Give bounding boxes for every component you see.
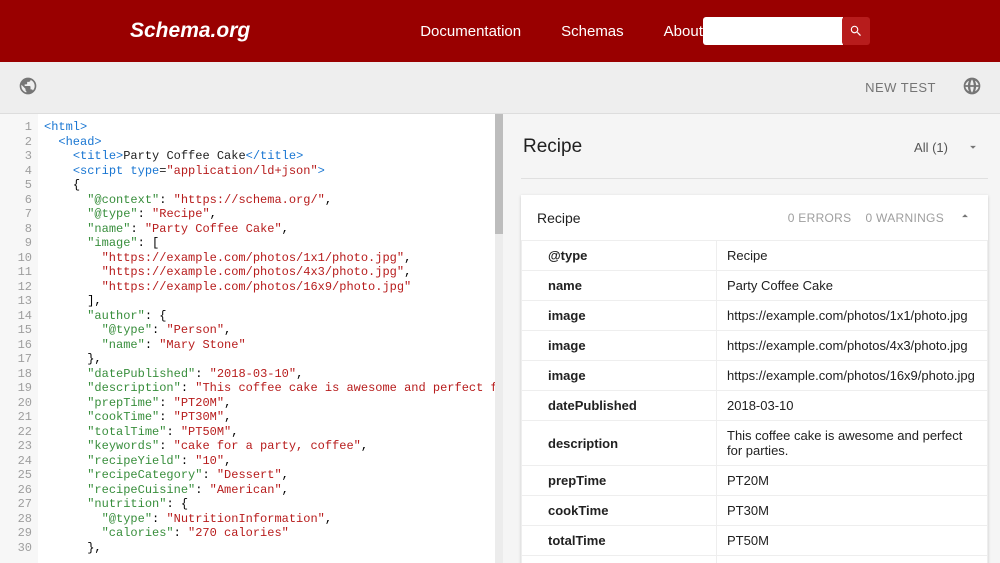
property-value: PT30M xyxy=(717,496,988,526)
property-value: https://example.com/photos/1x1/photo.jpg xyxy=(717,301,988,331)
errors-count: 0 ERRORS xyxy=(788,211,852,225)
card-stats: 0 ERRORS 0 WARNINGS xyxy=(788,209,972,226)
table-row[interactable]: nameParty Coffee Cake xyxy=(522,271,988,301)
result-card: Recipe 0 ERRORS 0 WARNINGS @typeRecipena… xyxy=(521,195,988,563)
table-row[interactable]: descriptionThis coffee cake is awesome a… xyxy=(522,421,988,466)
property-value: This coffee cake is awesome and perfect … xyxy=(717,421,988,466)
property-key: name xyxy=(522,271,717,301)
property-key: image xyxy=(522,361,717,391)
table-row[interactable]: imagehttps://example.com/photos/4x3/phot… xyxy=(522,331,988,361)
property-value: https://example.com/photos/16x9/photo.jp… xyxy=(717,361,988,391)
brand-logo[interactable]: Schema.org xyxy=(130,19,250,43)
filter-dropdown[interactable]: All (1) xyxy=(914,140,980,155)
nav-documentation[interactable]: Documentation xyxy=(420,23,521,40)
property-value: https://example.com/photos/4x3/photo.jpg xyxy=(717,331,988,361)
property-key: keywords xyxy=(522,556,717,563)
new-test-button[interactable]: NEW TEST xyxy=(865,80,936,95)
property-value: 2018-03-10 xyxy=(717,391,988,421)
table-row[interactable]: totalTimePT50M xyxy=(522,526,988,556)
nav-schemas[interactable]: Schemas xyxy=(561,23,624,40)
property-value: Recipe xyxy=(717,241,988,271)
globe-icon[interactable] xyxy=(18,76,38,99)
property-key: totalTime xyxy=(522,526,717,556)
property-key: cookTime xyxy=(522,496,717,526)
main-split: 1234567891011121314151617181920212223242… xyxy=(0,114,1000,563)
property-value: PT50M xyxy=(717,526,988,556)
property-key: image xyxy=(522,331,717,361)
code-editor[interactable]: <html> <head> <title>Party Coffee Cake</… xyxy=(38,114,503,563)
search xyxy=(703,17,870,45)
results-pane: Recipe All (1) Recipe 0 ERRORS 0 WARNING… xyxy=(503,114,1000,563)
table-row[interactable]: keywordscake for a party, coffee xyxy=(522,556,988,563)
results-title: Recipe xyxy=(523,136,582,158)
scrollbar[interactable] xyxy=(495,114,503,563)
filter-label: All (1) xyxy=(914,140,948,155)
search-button[interactable] xyxy=(842,17,870,45)
table-row[interactable]: @typeRecipe xyxy=(522,241,988,271)
property-value: cake for a party, coffee xyxy=(717,556,988,563)
table-row[interactable]: datePublished2018-03-10 xyxy=(522,391,988,421)
warnings-count: 0 WARNINGS xyxy=(865,211,944,225)
main-nav: Documentation Schemas About xyxy=(420,23,703,40)
property-key: image xyxy=(522,301,717,331)
search-input[interactable] xyxy=(703,17,843,45)
results-header: Recipe All (1) xyxy=(521,128,988,179)
table-row[interactable]: prepTimePT20M xyxy=(522,466,988,496)
property-key: description xyxy=(522,421,717,466)
card-title: Recipe xyxy=(537,210,581,226)
code-pane: 1234567891011121314151617181920212223242… xyxy=(0,114,503,563)
properties-table: @typeRecipenameParty Coffee Cakeimagehtt… xyxy=(521,241,988,563)
scroll-thumb[interactable] xyxy=(495,114,503,234)
language-icon[interactable] xyxy=(962,76,982,99)
table-row[interactable]: imagehttps://example.com/photos/16x9/pho… xyxy=(522,361,988,391)
table-row[interactable]: cookTimePT30M xyxy=(522,496,988,526)
line-gutter: 1234567891011121314151617181920212223242… xyxy=(0,114,38,563)
nav-about[interactable]: About xyxy=(664,23,703,40)
toolbar: NEW TEST xyxy=(0,62,1000,114)
property-key: prepTime xyxy=(522,466,717,496)
property-key: datePublished xyxy=(522,391,717,421)
card-header[interactable]: Recipe 0 ERRORS 0 WARNINGS xyxy=(521,195,988,241)
search-icon xyxy=(849,24,863,38)
property-value: Party Coffee Cake xyxy=(717,271,988,301)
chevron-down-icon xyxy=(966,140,980,154)
property-key: @type xyxy=(522,241,717,271)
site-header: Schema.org Documentation Schemas About xyxy=(0,0,1000,62)
chevron-up-icon[interactable] xyxy=(958,209,972,226)
property-value: PT20M xyxy=(717,466,988,496)
table-row[interactable]: imagehttps://example.com/photos/1x1/phot… xyxy=(522,301,988,331)
